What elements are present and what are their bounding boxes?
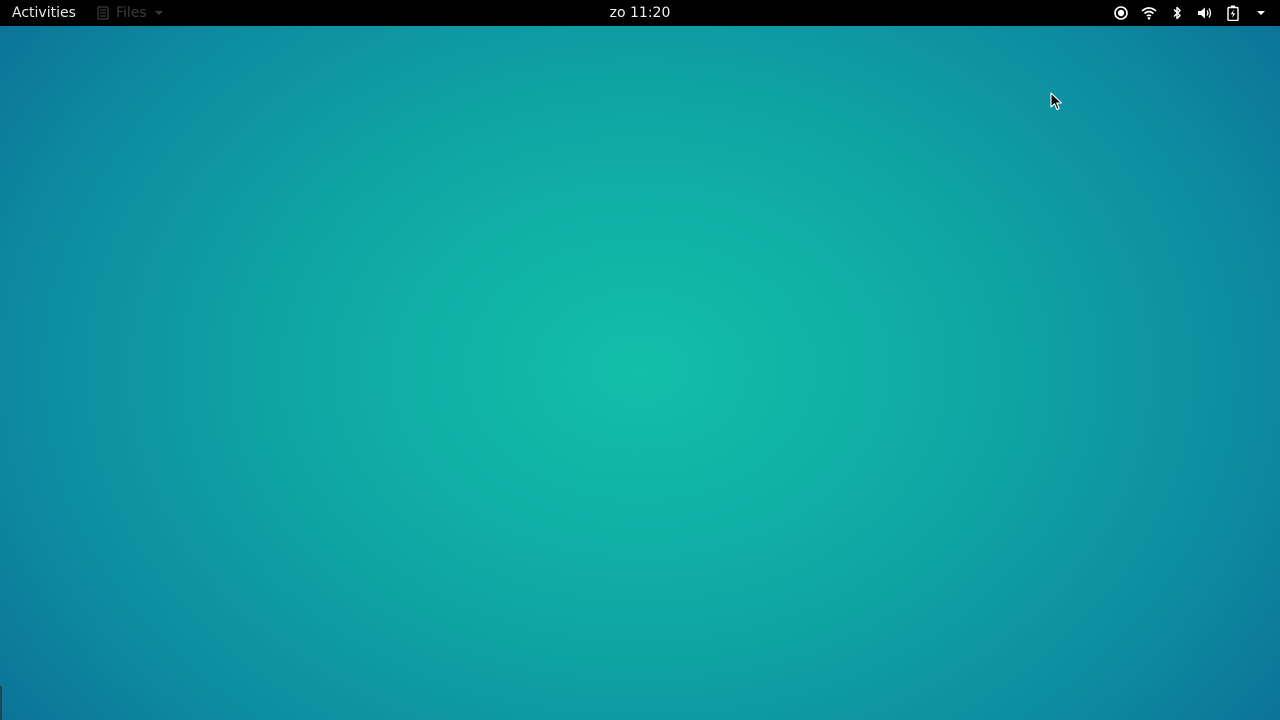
clock[interactable]: zo 11:20 bbox=[600, 0, 680, 26]
screen: Activities Files zo 11:20 bbox=[0, 0, 1280, 720]
mouse-pointer-icon bbox=[1050, 92, 1064, 112]
app-menu-label: Files bbox=[116, 5, 147, 21]
system-tray[interactable] bbox=[1112, 0, 1270, 26]
wifi-icon[interactable] bbox=[1140, 4, 1158, 22]
volume-icon[interactable] bbox=[1196, 4, 1214, 22]
top-bar: Activities Files zo 11:20 bbox=[0, 0, 1280, 26]
bluetooth-icon[interactable] bbox=[1168, 4, 1186, 22]
screen-record-icon[interactable] bbox=[1112, 4, 1130, 22]
app-menu-button[interactable]: Files bbox=[88, 0, 171, 26]
system-menu-arrow-icon[interactable] bbox=[1252, 4, 1270, 22]
files-icon bbox=[96, 6, 110, 20]
battery-charging-icon[interactable] bbox=[1224, 4, 1242, 22]
desktop-background[interactable] bbox=[0, 0, 1280, 720]
chevron-down-icon bbox=[154, 11, 163, 15]
hot-corner-edge bbox=[0, 686, 2, 720]
activities-button[interactable]: Activities bbox=[0, 0, 88, 26]
